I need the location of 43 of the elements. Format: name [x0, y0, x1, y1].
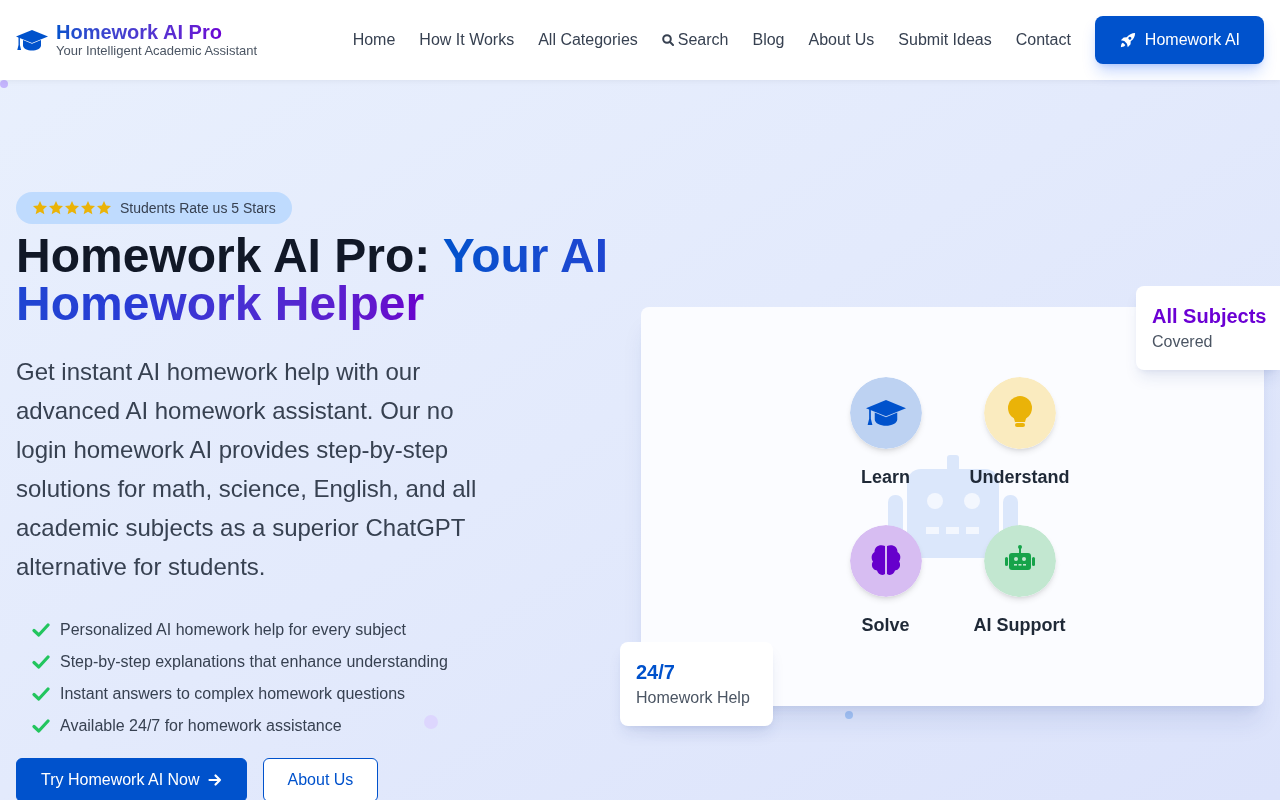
feature-text: Instant answers to complex homework questions [60, 684, 406, 704]
nav-link[interactable]: Contact [1015, 28, 1071, 52]
star-icon [96, 200, 112, 216]
lightbulb-icon [983, 376, 1056, 449]
feature-label: Learn [861, 465, 910, 489]
nav-link[interactable]: Blog [752, 28, 785, 52]
graduation-cap-icon [849, 376, 922, 449]
star-icon [48, 200, 64, 216]
check-icon [32, 687, 50, 701]
rating-text: Students Rate us 5 Stars [120, 198, 276, 218]
search-icon [661, 34, 674, 46]
site-tagline: Your Intelligent Academic Assistant [56, 43, 258, 59]
hero-description: Get instant AI homework help with our advanced AI homework assistant. Our no login homework AI provides step-by-step solutions for math, science, English, and all academic subjects as a superior ChatGPT alternative for students. [16, 357, 478, 582]
try-now-button[interactable]: Try Homework AI Now [16, 758, 247, 800]
check-icon [32, 655, 50, 669]
feature-label: Solve [861, 613, 910, 637]
nav-link[interactable]: Search [661, 28, 729, 52]
nav-link[interactable]: All Categories [538, 28, 638, 52]
rocket-icon [1118, 31, 1137, 49]
stat-label: Covered [1152, 332, 1214, 352]
star-icon [64, 200, 80, 216]
nav-link[interactable]: How It Works [419, 28, 515, 52]
arrow-right-icon [207, 773, 222, 787]
homework-ai-button[interactable]: Homework AI [1094, 16, 1264, 64]
feature-label: Understand [969, 465, 1070, 489]
nav-link[interactable]: Home [352, 28, 396, 52]
feature-text: Available 24/7 for homework assistance [60, 716, 342, 736]
stat-label: Homework Help [636, 688, 751, 708]
feature-label: AI Support [973, 613, 1066, 637]
feature-text: Step-by-step explanations that enhance understanding [60, 652, 448, 672]
robot-icon [983, 524, 1056, 597]
star-icon [32, 200, 48, 216]
feature-text: Personalized AI homework help for every subject [60, 620, 406, 640]
star-icon [80, 200, 96, 216]
graduation-cap-icon [16, 29, 48, 51]
check-icon [32, 623, 50, 637]
nav-link[interactable]: About Us [808, 28, 875, 52]
brain-icon [849, 524, 922, 597]
stat-value: All Subjects [1152, 304, 1268, 328]
nav-link[interactable]: Submit Ideas [898, 28, 992, 52]
about-us-button[interactable]: About Us [262, 758, 379, 800]
stat-value: 24/7 [636, 660, 676, 684]
check-icon [32, 719, 50, 733]
